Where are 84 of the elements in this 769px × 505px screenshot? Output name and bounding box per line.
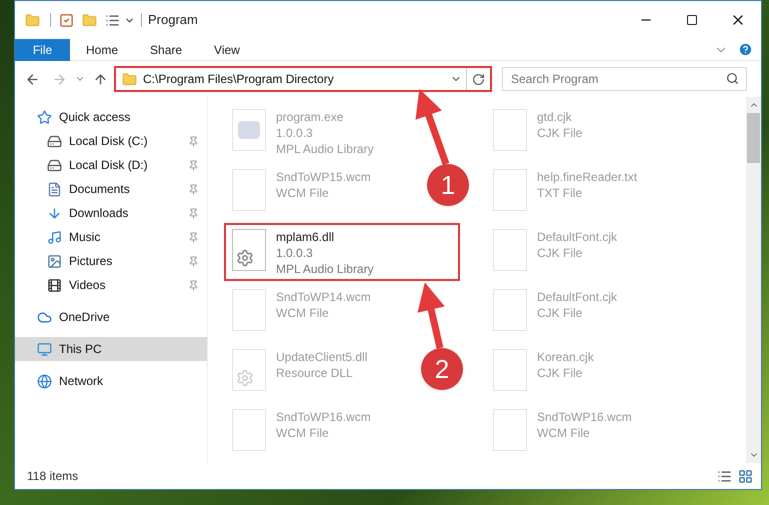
nav-item[interactable]: Videos xyxy=(15,273,207,297)
file-detail: CJK File xyxy=(537,245,584,261)
nav-item[interactable]: Documents xyxy=(15,177,207,201)
file-detail: CJK File xyxy=(537,305,584,321)
drive-icon xyxy=(47,158,62,172)
monitor-icon xyxy=(37,342,52,356)
file-detail: WCM File xyxy=(276,425,330,441)
film-icon xyxy=(47,278,62,292)
file-name: SndToWP15.wcm xyxy=(276,169,371,185)
search-icon xyxy=(726,72,739,85)
file-icon xyxy=(493,169,527,211)
file-icon xyxy=(493,349,527,391)
file-detail: MPL Audio Library xyxy=(276,261,374,277)
file-name: mplam6.dll xyxy=(276,229,336,245)
details-view-icon[interactable] xyxy=(717,468,732,484)
file-icon xyxy=(232,289,266,331)
drive-icon xyxy=(47,134,62,148)
nav-item[interactable]: Local Disk (D:) xyxy=(15,153,207,177)
file-name: Korean.cjk xyxy=(537,349,594,365)
globe-icon xyxy=(37,374,52,388)
folder-icon xyxy=(122,72,137,86)
back-icon[interactable] xyxy=(25,72,40,86)
nav-item[interactable]: Downloads xyxy=(15,201,207,225)
file-icon xyxy=(232,409,266,451)
nav-item[interactable]: Music xyxy=(15,225,207,249)
nav-item[interactable]: OneDrive xyxy=(15,305,207,329)
file-name: SndToWP14.wcm xyxy=(276,289,371,305)
file-name: SndToWP16.wcm xyxy=(276,409,371,425)
help-icon[interactable] xyxy=(738,42,753,57)
application-icon xyxy=(232,109,266,151)
nav-item[interactable]: Quick access xyxy=(15,105,207,129)
file-detail: CJK File xyxy=(537,125,582,141)
file-detail: CJK File xyxy=(537,365,584,381)
file-icon xyxy=(493,289,527,331)
file-item[interactable]: mplam6.dll 1.0.0.3 MPL Audio Library xyxy=(224,223,460,281)
cloud-icon xyxy=(37,310,52,324)
star-icon xyxy=(37,110,52,124)
picture-icon xyxy=(47,254,62,268)
document-icon xyxy=(47,182,62,196)
properties-icon[interactable] xyxy=(105,12,120,28)
large-icons-view-icon[interactable] xyxy=(738,468,753,484)
item-count: 118 items xyxy=(27,468,78,485)
maximize-icon xyxy=(686,14,698,26)
file-name: DefaultFont.cjk xyxy=(537,229,618,245)
file-detail: Resource DLL xyxy=(276,365,354,381)
file-name: SndToWP16.wcm xyxy=(537,409,632,425)
address-path: C:\Program Files\Program Directory xyxy=(143,71,335,88)
gear-file-icon xyxy=(232,229,266,271)
scrollbar[interactable] xyxy=(746,97,761,463)
file-icon xyxy=(493,109,527,151)
ribbon-tab[interactable]: View xyxy=(198,38,256,60)
search-field[interactable]: Search Program xyxy=(502,67,747,91)
file-detail: WCM File xyxy=(537,425,591,441)
music-note-icon xyxy=(47,230,62,244)
refresh-icon[interactable] xyxy=(472,72,485,86)
nav-item[interactable]: Network xyxy=(15,369,207,393)
file-detail: WCM File xyxy=(276,305,330,321)
file-detail: TXT File xyxy=(537,185,584,201)
address-bar[interactable]: C:\Program Files\Program Directory xyxy=(114,66,492,92)
ribbon-tab[interactable]: Share xyxy=(134,38,198,60)
file-icon xyxy=(493,229,527,271)
file-name: program.exe xyxy=(276,109,344,125)
file-detail: 1.0.0.3 xyxy=(276,245,314,261)
nav-item[interactable]: Pictures xyxy=(15,249,207,273)
nav-item[interactable]: This PC xyxy=(15,337,207,361)
file-name: help.fineReader.txt xyxy=(537,169,638,185)
file-tab[interactable]: File xyxy=(15,38,70,60)
file-icon xyxy=(232,169,266,211)
ribbon-tab[interactable]: Home xyxy=(70,38,134,60)
gear-file-icon xyxy=(232,349,266,391)
checkmark-icon[interactable] xyxy=(59,12,74,28)
window-title: Program xyxy=(148,11,198,30)
file-icon xyxy=(493,409,527,451)
file-detail: 1.0.0.3 xyxy=(276,125,314,141)
file-name: DefaultFont.cjk xyxy=(537,289,618,305)
file-detail: MPL Audio Library xyxy=(276,141,374,157)
annotation-arrow xyxy=(418,282,445,349)
up-icon[interactable] xyxy=(93,72,108,86)
file-detail: WCM File xyxy=(276,185,330,201)
file-name: UpdateClient5.dll xyxy=(276,349,368,365)
download-icon xyxy=(47,206,62,220)
nav-item[interactable]: Local Disk (C:) xyxy=(15,129,207,153)
scroll-thumb[interactable] xyxy=(747,113,760,163)
file-name: gtd.cjk xyxy=(537,109,573,125)
